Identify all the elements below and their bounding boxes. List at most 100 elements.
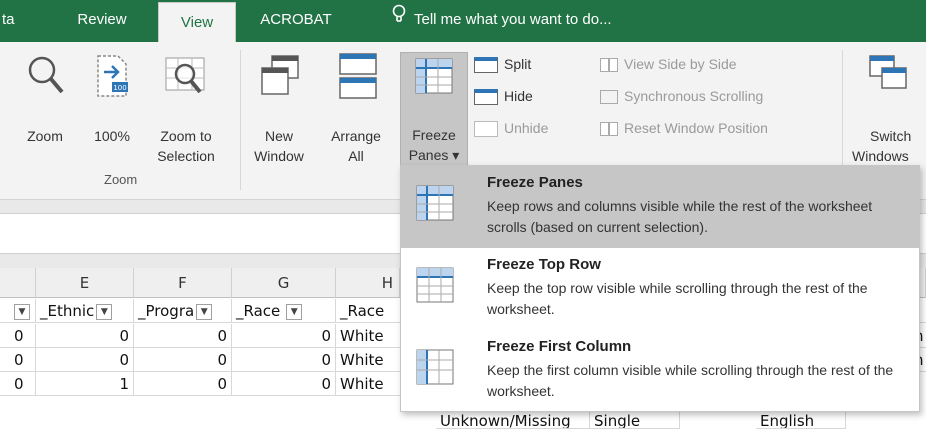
- arrange-all-icon: [338, 52, 378, 105]
- group-separator: [240, 50, 241, 190]
- unhide-label: Unhide: [504, 120, 549, 136]
- view-side-by-side-button[interactable]: View Side by Side: [600, 54, 737, 74]
- filter-dropdown-icon[interactable]: ▼: [286, 303, 303, 320]
- table-cell[interactable]: 0: [0, 324, 36, 348]
- split-button[interactable]: Split: [474, 54, 531, 74]
- zoom-100-icon: 100: [94, 52, 130, 105]
- arrange-all-label-1: Arrange: [331, 128, 381, 144]
- zoom-to-selection-button[interactable]: Zoom to Selection: [146, 50, 226, 164]
- filter-dropdown-icon[interactable]: ▼: [14, 303, 30, 320]
- table-cell[interactable]: 0: [0, 348, 36, 372]
- freeze-panes-label-2: Panes ▾: [408, 147, 460, 163]
- tell-me-text: Tell me what you want to do...: [414, 11, 612, 28]
- freeze-panes-menu: Freeze Panes Keep rows and columns visib…: [400, 165, 920, 412]
- magnifier-icon: [26, 54, 66, 103]
- zoom-to-label-2: Selection: [157, 148, 215, 164]
- field-header-ethnic: _Ethnic: [40, 302, 95, 320]
- sync-scroll-icon: [600, 90, 618, 105]
- split-icon: [474, 57, 498, 74]
- unhide-icon: [474, 121, 498, 138]
- switch-windows-label-1: Switch: [870, 128, 912, 144]
- zoom-to-label-1: Zoom to: [160, 128, 212, 144]
- table-cell[interactable]: 0: [36, 348, 134, 372]
- ribbon-tab-bar: ta Review View ACROBAT Tell me what you …: [0, 0, 926, 42]
- field-header-race: _Race: [236, 302, 281, 320]
- freeze-panes-icon: [415, 184, 455, 227]
- reset-position-label: Reset Window Position: [624, 120, 768, 136]
- menu-item-description: Keep the first column visible while scro…: [487, 362, 894, 399]
- freeze-top-row-icon: [415, 266, 455, 309]
- new-window-label-2: Window: [254, 148, 304, 164]
- table-cell[interactable]: 0: [232, 348, 336, 372]
- zoom-100-button[interactable]: 100 100%: [88, 50, 136, 162]
- sync-scroll-label: Synchronous Scrolling: [624, 88, 764, 104]
- new-window-label-1: New: [264, 128, 293, 144]
- filter-dropdown-icon[interactable]: ▼: [96, 303, 113, 320]
- tab-review[interactable]: Review: [66, 0, 138, 42]
- table-cell[interactable]: White: [336, 324, 400, 348]
- lightbulb-icon: [392, 0, 406, 40]
- freeze-panes-button[interactable]: Freeze Panes ▾: [400, 52, 468, 166]
- hide-icon: [474, 89, 498, 106]
- hide-button[interactable]: Hide: [474, 86, 533, 106]
- table-header-cell[interactable]: ▼: [0, 299, 36, 323]
- column-header-d[interactable]: [0, 268, 36, 298]
- table-cell[interactable]: 0: [36, 324, 134, 348]
- hide-label: Hide: [504, 88, 533, 104]
- column-header-f[interactable]: F: [134, 268, 232, 298]
- synchronous-scrolling-button[interactable]: Synchronous Scrolling: [600, 86, 763, 106]
- tab-acrobat[interactable]: ACROBAT: [252, 0, 340, 42]
- menu-item-description: Keep the top row visible while scrolling…: [487, 280, 868, 317]
- new-window-button[interactable]: New Window: [250, 50, 308, 164]
- table-cell[interactable]: 0: [0, 372, 36, 396]
- arrange-all-button[interactable]: Arrange All: [324, 50, 388, 164]
- split-label: Split: [504, 56, 532, 72]
- zoom-selection-icon: [164, 54, 208, 103]
- menu-item-title: Freeze Top Row: [487, 256, 601, 273]
- tell-me-box[interactable]: Tell me what you want to do...: [392, 0, 612, 42]
- menu-item-title: Freeze First Column: [487, 338, 632, 355]
- field-header-program: _Progra: [138, 302, 195, 320]
- menu-item-freeze-top-row[interactable]: Freeze Top Row Keep the top row visible …: [401, 248, 919, 330]
- view-side-label: View Side by Side: [624, 56, 737, 72]
- arrange-all-label-2: All: [348, 148, 364, 164]
- menu-item-freeze-panes[interactable]: Freeze Panes Keep rows and columns visib…: [401, 166, 919, 248]
- field-header-race-2: _Race: [340, 302, 385, 320]
- table-cell[interactable]: 0: [134, 324, 232, 348]
- tab-view[interactable]: View: [158, 2, 236, 42]
- freeze-first-column-icon: [415, 348, 455, 391]
- zoom-100-label: 100%: [94, 128, 130, 144]
- tab-data[interactable]: ta: [0, 0, 28, 42]
- table-header-cell[interactable]: _Race: [336, 299, 400, 323]
- menu-item-freeze-first-column[interactable]: Freeze First Column Keep the first colum…: [401, 330, 919, 412]
- table-cell[interactable]: 1: [36, 372, 134, 396]
- menu-item-title: Freeze Panes: [487, 174, 583, 191]
- table-cell[interactable]: 0: [232, 324, 336, 348]
- column-header-h[interactable]: H: [336, 268, 400, 298]
- column-header-e[interactable]: E: [36, 268, 134, 298]
- zoom-group-label: Zoom: [104, 172, 138, 187]
- table-header-cell[interactable]: _Progra ▼: [134, 299, 232, 323]
- new-window-icon: [260, 54, 300, 103]
- zoom-label: Zoom: [27, 128, 63, 144]
- switch-windows-button[interactable]: Switch Windows: [852, 50, 926, 164]
- zoom-100-icon-text: 100: [113, 84, 126, 92]
- filter-dropdown-icon[interactable]: ▼: [196, 303, 213, 320]
- freeze-panes-label-1: Freeze: [412, 127, 456, 143]
- zoom-button[interactable]: Zoom: [20, 50, 70, 162]
- switch-windows-label-2: Windows: [852, 148, 909, 164]
- unhide-button[interactable]: Unhide: [474, 118, 548, 138]
- table-header-cell[interactable]: _Ethnic ▼: [36, 299, 134, 323]
- table-cell[interactable]: 0: [134, 372, 232, 396]
- table-cell[interactable]: White: [336, 348, 400, 372]
- table-cell[interactable]: 0: [232, 372, 336, 396]
- column-header-g[interactable]: G: [232, 268, 336, 298]
- reset-window-position-button[interactable]: Reset Window Position: [600, 118, 768, 138]
- reset-position-icon: [600, 122, 618, 137]
- freeze-panes-icon: [414, 57, 454, 102]
- switch-windows-icon: [868, 54, 908, 99]
- table-cell[interactable]: White: [336, 372, 400, 396]
- table-header-cell[interactable]: _Race ▼: [232, 299, 336, 323]
- side-by-side-icon: [600, 58, 618, 73]
- table-cell[interactable]: 0: [134, 348, 232, 372]
